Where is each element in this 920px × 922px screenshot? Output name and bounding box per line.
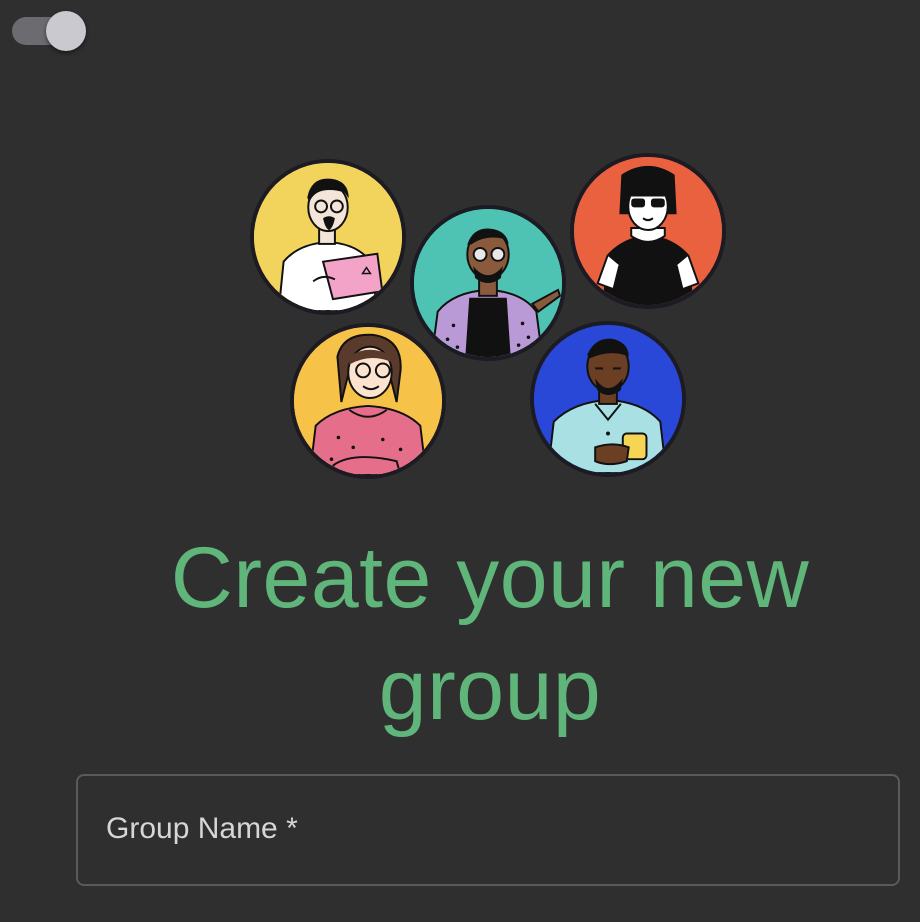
group-name-field[interactable]: Group Name * bbox=[76, 774, 900, 886]
avatar-woman-sweater bbox=[290, 323, 446, 479]
group-name-input[interactable] bbox=[78, 776, 898, 884]
man-pointing-illustration bbox=[414, 209, 562, 357]
avatar-man-laptop bbox=[250, 159, 406, 315]
create-group-page: Create your new group Group Name * bbox=[0, 0, 920, 922]
man-laptop-illustration bbox=[254, 163, 402, 311]
title-line-1: Create your new bbox=[170, 530, 810, 626]
avatar-woman-sunglasses bbox=[570, 153, 726, 309]
woman-sunglasses-illustration bbox=[574, 157, 722, 305]
avatar-man-pointing bbox=[410, 205, 566, 361]
title-line-2: group bbox=[378, 642, 602, 738]
woman-sweater-illustration bbox=[294, 327, 442, 475]
avatar-man-coffee bbox=[530, 321, 686, 477]
page-title: Create your new group bbox=[60, 522, 920, 746]
man-coffee-illustration bbox=[534, 325, 682, 473]
avatar-cluster bbox=[0, 0, 920, 500]
